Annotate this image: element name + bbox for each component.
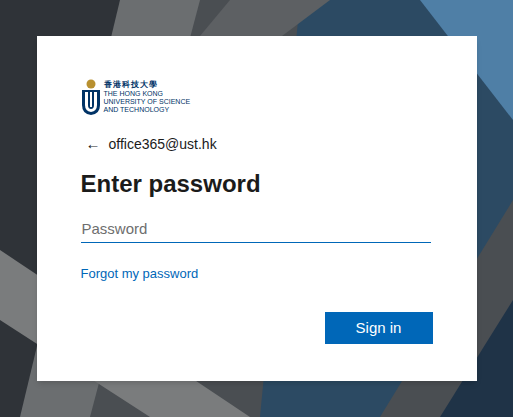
logo-text: 香港科技大學 THE HONG KONG UNIVERSITY OF SCIEN… — [104, 79, 191, 114]
logo-line: UNIVERSITY OF SCIENCE — [104, 98, 191, 106]
page: 香港科技大學 THE HONG KONG UNIVERSITY OF SCIEN… — [0, 0, 513, 417]
logo: 香港科技大學 THE HONG KONG UNIVERSITY OF SCIEN… — [81, 79, 431, 117]
university-emblem-icon — [81, 79, 101, 116]
logo-line: THE HONG KONG — [104, 90, 191, 98]
button-row: Sign in — [81, 312, 433, 344]
logo-line: AND TECHNOLOGY — [104, 106, 191, 114]
back-arrow-icon[interactable]: ← — [86, 134, 101, 154]
page-title: Enter password — [81, 168, 431, 200]
password-input[interactable] — [81, 210, 431, 243]
forgot-password-link[interactable]: Forgot my password — [81, 266, 199, 281]
signin-card: 香港科技大學 THE HONG KONG UNIVERSITY OF SCIEN… — [37, 36, 477, 381]
forgot-row: Forgot my password — [81, 261, 431, 285]
logo-chinese: 香港科技大學 — [104, 80, 191, 90]
account-row: ← office365@ust.hk — [81, 134, 431, 154]
account-email: office365@ust.hk — [109, 134, 217, 154]
sign-in-button[interactable]: Sign in — [325, 312, 433, 344]
